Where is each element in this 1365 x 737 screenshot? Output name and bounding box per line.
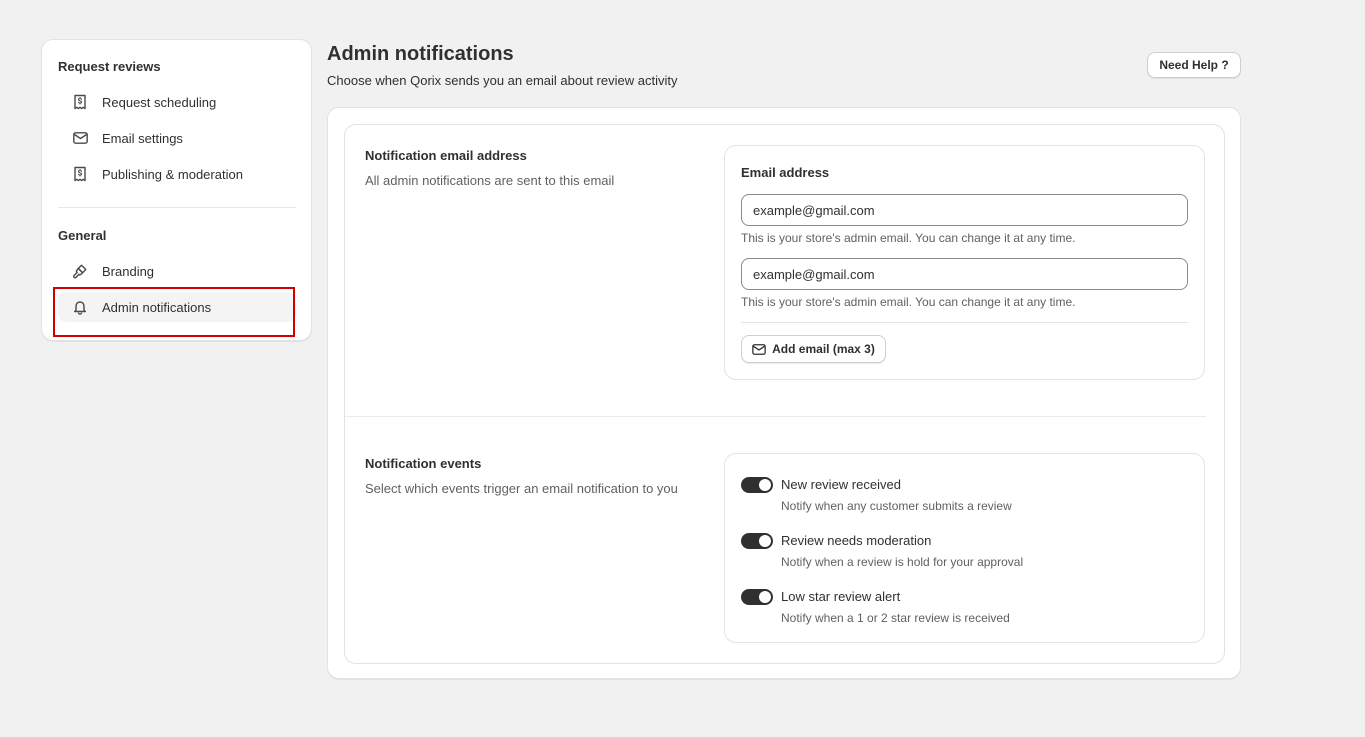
toggle-knob <box>759 591 771 603</box>
toggle-knob <box>759 535 771 547</box>
email-input-2[interactable] <box>741 258 1188 290</box>
sidebar-divider <box>58 207 296 208</box>
settings-sidebar: Request reviews Request scheduling Email… <box>41 39 312 341</box>
section-divider <box>345 416 1206 417</box>
event-title: Review needs moderation <box>781 533 932 548</box>
event-title: New review received <box>781 477 901 492</box>
add-email-button[interactable]: Add email (max 3) <box>741 335 886 363</box>
sidebar-item-label: Request scheduling <box>102 94 217 110</box>
toggle-knob <box>759 479 771 491</box>
event-row-new-review: New review received Notify when any cust… <box>741 477 1191 517</box>
notifications-card: Notification email address All admin not… <box>327 107 1241 679</box>
sidebar-item-email-settings[interactable]: Email settings <box>58 123 296 153</box>
email-section-description: All admin notifications are sent to this… <box>365 173 615 188</box>
email-input-1[interactable] <box>741 194 1188 226</box>
email-help-text-2: This is your store's admin email. You ca… <box>741 295 1076 309</box>
event-row-needs-moderation: Review needs moderation Notify when a re… <box>741 533 1191 573</box>
sidebar-item-label: Branding <box>102 263 155 279</box>
sidebar-item-publishing-moderation[interactable]: Publishing & moderation <box>58 159 296 189</box>
notifications-inner-card: Notification email address All admin not… <box>344 124 1225 664</box>
event-title: Low star review alert <box>781 589 901 604</box>
add-email-label: Add email (max 3) <box>772 342 875 356</box>
event-description: Notify when any customer submits a revie… <box>781 499 1012 513</box>
email-address-label: Email address <box>741 165 830 180</box>
low-star-toggle[interactable] <box>741 589 773 605</box>
events-section-title: Notification events <box>365 456 482 471</box>
events-section-description: Select which events trigger an email not… <box>365 481 678 496</box>
email-section-title: Notification email address <box>365 148 527 163</box>
sidebar-item-label: Email settings <box>102 130 183 146</box>
email-panel: Email address This is your store's admin… <box>724 145 1205 380</box>
receipt-icon <box>72 94 88 110</box>
event-description: Notify when a review is hold for your ap… <box>781 555 1024 569</box>
email-help-text-1: This is your store's admin email. You ca… <box>741 231 1076 245</box>
envelope-icon <box>752 343 766 355</box>
sidebar-heading-request-reviews: Request reviews <box>58 59 161 74</box>
sidebar-heading-general: General <box>58 228 107 243</box>
page-title: Admin notifications <box>327 43 514 65</box>
need-help-button[interactable]: Need Help ? <box>1147 52 1241 78</box>
sidebar-item-request-scheduling[interactable]: Request scheduling <box>58 87 296 117</box>
event-row-low-star: Low star review alert Notify when a 1 or… <box>741 589 1191 629</box>
events-panel: New review received Notify when any cust… <box>724 453 1205 643</box>
needs-moderation-toggle[interactable] <box>741 533 773 549</box>
paint-brush-icon <box>72 263 88 279</box>
sidebar-item-admin-notifications[interactable]: Admin notifications <box>58 292 296 322</box>
sidebar-item-branding[interactable]: Branding <box>58 256 296 286</box>
envelope-icon <box>72 130 88 146</box>
sidebar-item-label: Publishing & moderation <box>102 166 243 182</box>
bell-icon <box>72 299 88 315</box>
email-panel-divider <box>741 322 1188 323</box>
event-description: Notify when a 1 or 2 star review is rece… <box>781 611 1010 625</box>
page-subtitle: Choose when Qorix sends you an email abo… <box>327 73 678 88</box>
new-review-toggle[interactable] <box>741 477 773 493</box>
sidebar-item-label: Admin notifications <box>102 299 212 315</box>
receipt-icon <box>72 166 88 182</box>
